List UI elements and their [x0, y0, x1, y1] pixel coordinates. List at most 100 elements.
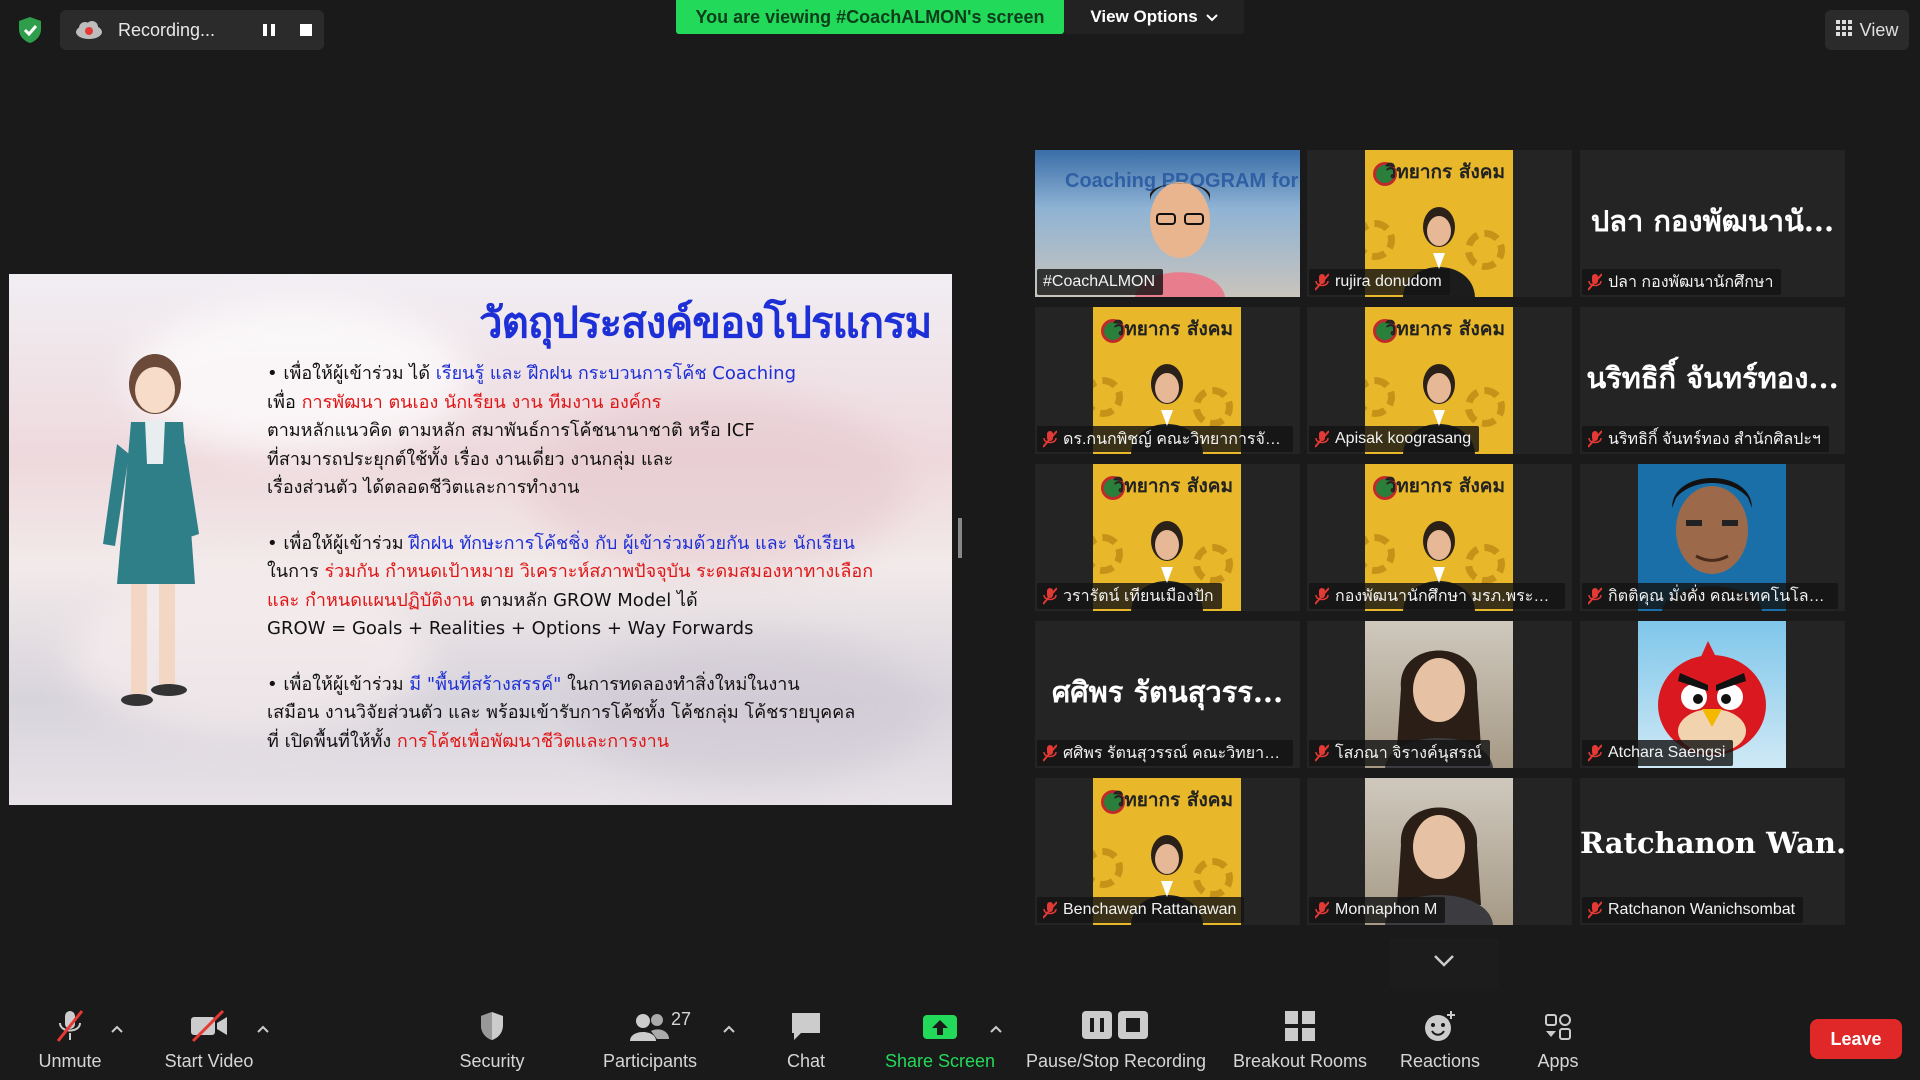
- apps-label: Apps: [1537, 1051, 1579, 1071]
- breakout-rooms-icon: [1283, 1009, 1317, 1043]
- participant-name: Ratchanon Wanichsombat: [1608, 901, 1796, 918]
- split-view-divider[interactable]: [958, 518, 962, 558]
- microphone-muted-icon: [1587, 430, 1603, 448]
- start-video-label: Start Video: [164, 1051, 254, 1071]
- participant-name: ปลา กองพัฒนานักศึกษา: [1608, 273, 1774, 291]
- chat-label: Chat: [786, 1051, 826, 1071]
- unmute-button[interactable]: Unmute: [30, 1000, 110, 1080]
- participant-name-bar: วรารัตน์ เทียนเมืองปัก: [1037, 583, 1222, 609]
- participant-tile[interactable]: กิตติคุณ มั่งคั่ง คณะเทคโนโลยีอุ...: [1580, 464, 1845, 611]
- objective-3: • เพื่อให้ผู้เข้าร่วม มี "พื้นที่สร้างสร…: [267, 673, 856, 752]
- breakout-rooms-label: Breakout Rooms: [1232, 1051, 1368, 1071]
- participant-tile[interactable]: Monnaphon M: [1307, 778, 1572, 925]
- video-off-icon: [189, 1009, 229, 1043]
- pause-stop-recording-button[interactable]: Pause/Stop Recording: [1025, 1000, 1207, 1080]
- unmute-label: Unmute: [38, 1051, 102, 1071]
- participant-name: นริทธิกิ์ จันทร์ทอง สำนักศิลปะฯ: [1608, 430, 1821, 448]
- leave-button[interactable]: Leave: [1810, 1019, 1902, 1059]
- participant-tile[interactable]: ปลา กองพัฒนานั... ปลา กองพัฒนานักศึกษา: [1580, 150, 1845, 297]
- reactions-icon: [1423, 1009, 1457, 1043]
- participants-count: 27: [671, 1009, 692, 1029]
- reactions-label: Reactions: [1399, 1051, 1481, 1071]
- chat-button[interactable]: Chat: [766, 1000, 846, 1080]
- microphone-muted-icon: [1314, 744, 1330, 762]
- microphone-muted-icon: [1042, 901, 1058, 919]
- participant-name-bar: โสภณา จิรางค์นุสรณ์: [1309, 740, 1490, 766]
- participant-name: กองพัฒนานักศึกษา มรภ.พระนคร: [1335, 587, 1557, 605]
- microphone-muted-icon: [1042, 430, 1058, 448]
- share-screen-button[interactable]: Share Screen: [880, 1000, 1000, 1080]
- next-page-button[interactable]: [1389, 938, 1499, 988]
- participant-tile[interactable]: วิทยากร สังคม กองพัฒนานักศึกษา มรภ.พระนค…: [1307, 464, 1572, 611]
- poster-title: วิทยากร สังคม: [1113, 318, 1233, 340]
- security-button[interactable]: Security: [452, 1000, 532, 1080]
- apps-icon: [1542, 1009, 1574, 1043]
- recording-label: Recording...: [118, 19, 216, 40]
- microphone-muted-icon: [1042, 587, 1058, 605]
- participants-options-caret-icon[interactable]: [720, 1022, 738, 1036]
- apps-button[interactable]: Apps: [1518, 1000, 1598, 1080]
- poster-title: วิทยากร สังคม: [1113, 475, 1233, 497]
- participant-name: วรารัตน์ เทียนเมืองปัก: [1063, 587, 1214, 605]
- participant-tile[interactable]: Ratchanon Wan... Ratchanon Wanichsombat: [1580, 778, 1845, 925]
- share-screen-label: Share Screen: [884, 1051, 996, 1071]
- display-name: ปลา กองพัฒนานั...: [1590, 204, 1835, 238]
- participant-name-bar: Ratchanon Wanichsombat: [1582, 897, 1804, 923]
- microphone-muted-icon: [1314, 273, 1330, 291]
- poster-title: วิทยากร สังคม: [1385, 318, 1505, 340]
- participant-tile[interactable]: โสภณา จิรางค์นุสรณ์: [1307, 621, 1572, 768]
- participant-tile[interactable]: วิทยากร สังคม rujira donudom: [1307, 150, 1572, 297]
- security-shield-icon[interactable]: [14, 14, 46, 46]
- participant-name: ดร.กนกพิชญ์ คณะวิทยาการจัด...: [1063, 430, 1285, 448]
- participant-tile[interactable]: ศศิพร รัตนสุวรร... ศศิพร รัตนสุวรรณ์ คณะว…: [1035, 621, 1300, 768]
- participants-label: Participants: [602, 1051, 698, 1071]
- chevron-down-icon: [1433, 954, 1455, 973]
- pause-stop-icon: [1078, 1009, 1154, 1043]
- participant-tile[interactable]: วิทยากร สังคม Apisak koograsang: [1307, 307, 1572, 454]
- participant-name-bar: ดร.กนกพิชญ์ คณะวิทยาการจัด...: [1037, 426, 1293, 452]
- meeting-toolbar: Unmute Start Video Security 27 Participa…: [0, 1000, 1920, 1080]
- poster-title: วิทยากร สังคม: [1385, 475, 1505, 497]
- view-label: View: [1859, 19, 1899, 40]
- participant-tile[interactable]: นริทธิกิ์ จันทร์ทอง... นริทธิกิ์ จันทร์ทอ…: [1580, 307, 1845, 454]
- chevron-down-icon: [1205, 7, 1218, 27]
- participant-name-bar: ปลา กองพัฒนานักศึกษา: [1582, 269, 1782, 295]
- participant-tile[interactable]: วิทยากร สังคม Benchawan Rattanawan: [1035, 778, 1300, 925]
- display-name: นริทธิกิ์ จันทร์ทอง...: [1586, 361, 1839, 395]
- share-options-caret-icon[interactable]: [987, 1022, 1005, 1036]
- participant-name: กิตติคุณ มั่งคั่ง คณะเทคโนโลยีอุ...: [1608, 587, 1830, 605]
- participant-tile[interactable]: วิทยากร สังคม วรารัตน์ เทียนเมืองปัก: [1035, 464, 1300, 611]
- microphone-muted-icon: [54, 1009, 86, 1043]
- participants-button[interactable]: 27 Participants: [596, 1000, 704, 1080]
- audio-options-caret-icon[interactable]: [108, 1022, 126, 1036]
- pause-recording-button[interactable]: [251, 10, 287, 50]
- cloud-recording-icon: [74, 20, 104, 40]
- view-layout-button[interactable]: View: [1825, 10, 1909, 50]
- breakout-rooms-button[interactable]: Breakout Rooms: [1228, 1000, 1372, 1080]
- microphone-muted-icon: [1314, 430, 1330, 448]
- reactions-button[interactable]: Reactions: [1394, 1000, 1486, 1080]
- poster-title: วิทยากร สังคม: [1113, 789, 1233, 811]
- participant-tile[interactable]: วิทยากร สังคม ดร.กนกพิชญ์ คณะวิทยาการจัด…: [1035, 307, 1300, 454]
- microphone-muted-icon: [1587, 273, 1603, 291]
- participant-name: Benchawan Rattanawan: [1063, 901, 1237, 918]
- objective-1: • เพื่อให้ผู้เข้าร่วม ได้ เรียนรู้ และ ฝ…: [267, 363, 797, 498]
- participant-tile-active-speaker[interactable]: Coaching PROGRAM for #CoachALMON: [1035, 150, 1300, 297]
- security-label: Security: [459, 1051, 525, 1071]
- recording-indicator: Recording...: [60, 10, 324, 50]
- participant-name-bar: Benchawan Rattanawan: [1037, 897, 1245, 923]
- video-options-caret-icon[interactable]: [254, 1022, 272, 1036]
- stop-recording-button[interactable]: [288, 10, 324, 50]
- participant-name-bar: Monnaphon M: [1309, 897, 1446, 923]
- participant-name-bar: Apisak koograsang: [1309, 426, 1480, 452]
- participant-name-bar: กิตติคุณ มั่งคั่ง คณะเทคโนโลยีอุ...: [1582, 583, 1838, 609]
- participant-name-bar: ศศิพร รัตนสุวรรณ์ คณะวิทยาศ...: [1037, 740, 1293, 766]
- start-video-button[interactable]: Start Video: [155, 1000, 263, 1080]
- shield-icon: [477, 1009, 507, 1043]
- microphone-muted-icon: [1314, 587, 1330, 605]
- view-options-label: View Options: [1090, 7, 1198, 26]
- view-options-button[interactable]: View Options: [1064, 0, 1244, 34]
- participant-tile[interactable]: Atchara Saengsi: [1580, 621, 1845, 768]
- presenter-illustration: [103, 354, 199, 706]
- participant-name: Monnaphon M: [1335, 901, 1438, 918]
